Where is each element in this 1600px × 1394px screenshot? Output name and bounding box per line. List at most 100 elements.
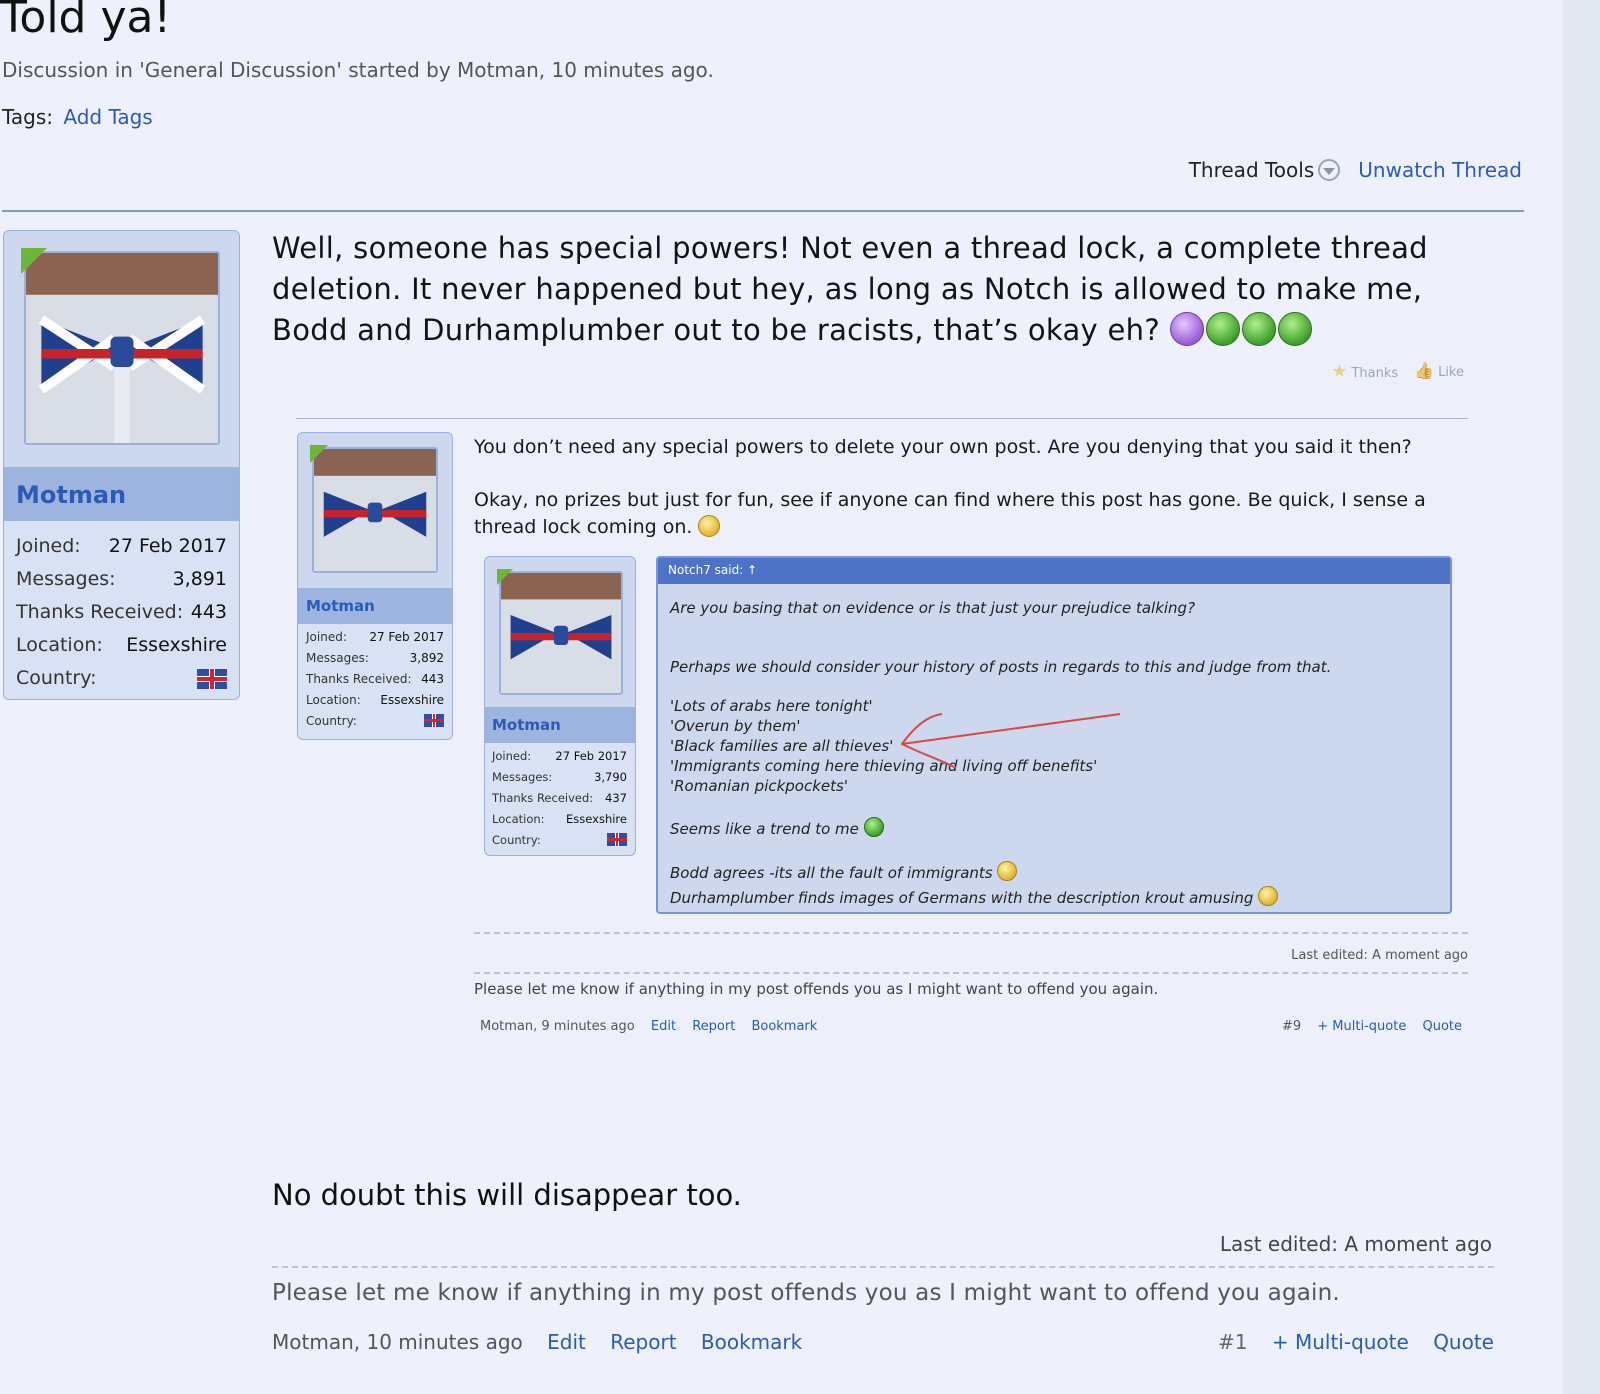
purple-smiley-icon <box>1169 312 1204 346</box>
bow-tie-image <box>501 573 621 693</box>
green-smiley-icon <box>1277 312 1312 346</box>
quote-durham: Durhamplumber finds images of Germans wi… <box>670 886 1438 908</box>
bow-tie-image <box>314 449 436 571</box>
quote-block: Notch7 said: ↑ Are you basing that on ev… <box>656 556 1452 914</box>
quote-list-item: 'Romanian pickpockets' <box>670 777 848 795</box>
embedded-separator <box>474 932 1468 934</box>
bow-tie-image <box>26 253 218 443</box>
edit-link[interactable]: Edit <box>547 1330 586 1354</box>
stat-thanks: Thanks Received: 443 <box>306 672 444 686</box>
red-arrow-annotation <box>900 713 1121 769</box>
thread-tools-label: Thread Tools <box>1188 158 1315 182</box>
divider <box>2 210 1524 212</box>
stat-country: Country: <box>306 714 444 735</box>
stat-location: Location: Essexshire <box>492 812 627 826</box>
green-smiley-icon <box>863 817 884 837</box>
stat-messages: Messages: 3,790 <box>492 770 627 784</box>
stat-country: Country: <box>16 667 227 700</box>
uk-flag-icon <box>197 669 227 689</box>
embedded-footer-left: Motman, 9 minutes ago Edit Report Bookma… <box>480 1019 817 1034</box>
avatar[interactable] <box>24 251 220 445</box>
embedded-footer-right: #9 + Multi-quote Quote <box>1282 1019 1462 1034</box>
yellow-smiley-icon <box>1258 886 1279 906</box>
embedded-report-link[interactable]: Report <box>692 1019 735 1034</box>
post-message: Well, someone has special powers! Not ev… <box>272 228 1502 351</box>
post-number[interactable]: #1 <box>1218 1330 1247 1354</box>
embedded-post-number[interactable]: #9 <box>1282 1019 1301 1034</box>
reaction-bar: Thanks Like <box>1331 361 1464 382</box>
yellow-smiley-icon <box>997 861 1018 881</box>
avatar[interactable] <box>312 447 438 573</box>
tags-label: Tags: <box>2 105 54 129</box>
post-second-text: No doubt this will disappear too. <box>272 1178 742 1212</box>
stat-country: Country: <box>492 833 627 854</box>
quote-trend: Seems like a trend to me <box>670 817 1438 839</box>
multiquote-link[interactable]: + Multi-quote <box>1272 1330 1409 1354</box>
uk-flag-icon <box>424 714 444 727</box>
embedded-bookmark-link[interactable]: Bookmark <box>751 1019 817 1034</box>
thread-tools-menu[interactable]: Thread Tools <box>1189 158 1341 182</box>
stat-joined: Joined: 27 Feb 2017 <box>306 630 444 644</box>
page-scrollbar[interactable] <box>1563 0 1600 1394</box>
tags-row: Tags: Add Tags <box>2 105 153 129</box>
embedded-post-meta: Motman, 9 minutes ago <box>480 1019 635 1034</box>
online-indicator <box>310 445 328 463</box>
bookmark-link[interactable]: Bookmark <box>701 1330 802 1354</box>
stat-joined: Joined: 27 Feb 2017 <box>492 749 627 763</box>
inner-author-card: Motman Joined: 27 Feb 2017 Messages: 3,790… <box>484 556 636 856</box>
author-card: Motman Joined: 27 Feb 2017 Messages: 3,891… <box>3 230 240 700</box>
post-signature: Please let me know if anything in my pos… <box>272 1280 1340 1306</box>
green-smiley-icon <box>1241 312 1276 346</box>
embedded-author-stats: Joined: 27 Feb 2017 Messages: 3,892 Thanks… <box>298 624 452 739</box>
report-link[interactable]: Report <box>610 1330 676 1354</box>
stat-joined: Joined: 27 Feb 2017 <box>16 535 227 557</box>
add-tags-link[interactable]: Add Tags <box>63 105 152 129</box>
embedded-signature: Please let me know if anything in my pos… <box>474 980 1159 998</box>
online-indicator <box>21 248 47 274</box>
embedded-para-2: Okay, no prizes but just for fun, see if… <box>474 489 1426 538</box>
thinking-smiley-icon <box>698 515 721 537</box>
embedded-message: You don’t need any special powers to del… <box>474 434 1464 541</box>
online-indicator <box>497 569 513 585</box>
thread-title: Told ya! <box>0 0 172 43</box>
post-footer: Motman, 10 minutes ago Edit Report Bookm… <box>272 1330 1494 1354</box>
embedded-divider <box>296 418 1468 419</box>
embedded-author-card: Motman Joined: 27 Feb 2017 Messages: 3,892… <box>297 432 453 740</box>
stat-location: Location: Essexshire <box>16 634 227 656</box>
author-username[interactable]: Motman <box>16 481 126 509</box>
post-last-edited: Last edited: A moment ago <box>1219 1232 1492 1256</box>
embedded-author-username[interactable]: Motman <box>306 597 375 615</box>
stat-messages: Messages: 3,892 <box>306 651 444 665</box>
chevron-down-icon <box>1318 159 1341 181</box>
stat-thanks: Thanks Received: 437 <box>492 791 627 805</box>
quote-header[interactable]: Notch7 said: ↑ <box>658 558 1450 584</box>
quote-line: Perhaps we should consider your history … <box>670 658 1332 676</box>
uk-flag-icon <box>607 833 627 846</box>
stat-messages: Messages: 3,891 <box>16 568 227 590</box>
thread-subtitle: Discussion in 'General Discussion' start… <box>2 58 714 82</box>
post-footer-right: #1 + Multi-quote Quote <box>1218 1330 1494 1354</box>
stat-thanks: Thanks Received: 443 <box>16 601 227 623</box>
embedded-post-footer: Motman, 9 minutes ago Edit Report Bookma… <box>480 1019 1462 1034</box>
like-button[interactable]: Like <box>1414 361 1464 382</box>
quote-link[interactable]: Quote <box>1433 1330 1494 1354</box>
quote-line: Are you basing that on evidence or is th… <box>670 599 1196 617</box>
embedded-quote-link[interactable]: Quote <box>1422 1019 1462 1034</box>
embedded-sig-separator <box>474 972 1468 974</box>
signature-separator <box>272 1266 1494 1268</box>
post-footer-left: Motman, 10 minutes ago Edit Report Bookm… <box>272 1330 802 1354</box>
author-stats: Joined: 27 Feb 2017 Messages: 3,891 Thanks… <box>4 521 239 699</box>
thread-toolbar: Thread Tools Unwatch Thread <box>1189 158 1522 182</box>
embedded-para-1: You don’t need any special powers to del… <box>474 436 1412 458</box>
quote-bodd: Bodd agrees -its all the fault of immigr… <box>670 861 1438 883</box>
green-smiley-icon <box>1205 312 1240 346</box>
embedded-multiquote-link[interactable]: + Multi-quote <box>1317 1019 1406 1034</box>
inner-author-stats: Joined: 27 Feb 2017 Messages: 3,790 Thanks… <box>485 743 635 855</box>
embedded-last-edited: Last edited: A moment ago <box>1291 948 1468 963</box>
inner-author-username[interactable]: Motman <box>492 716 561 734</box>
thanks-button[interactable]: Thanks <box>1331 361 1398 382</box>
unwatch-thread-link[interactable]: Unwatch Thread <box>1358 158 1522 182</box>
stat-location: Location: Essexshire <box>306 693 444 707</box>
embedded-edit-link[interactable]: Edit <box>651 1019 676 1034</box>
avatar[interactable] <box>499 571 623 695</box>
